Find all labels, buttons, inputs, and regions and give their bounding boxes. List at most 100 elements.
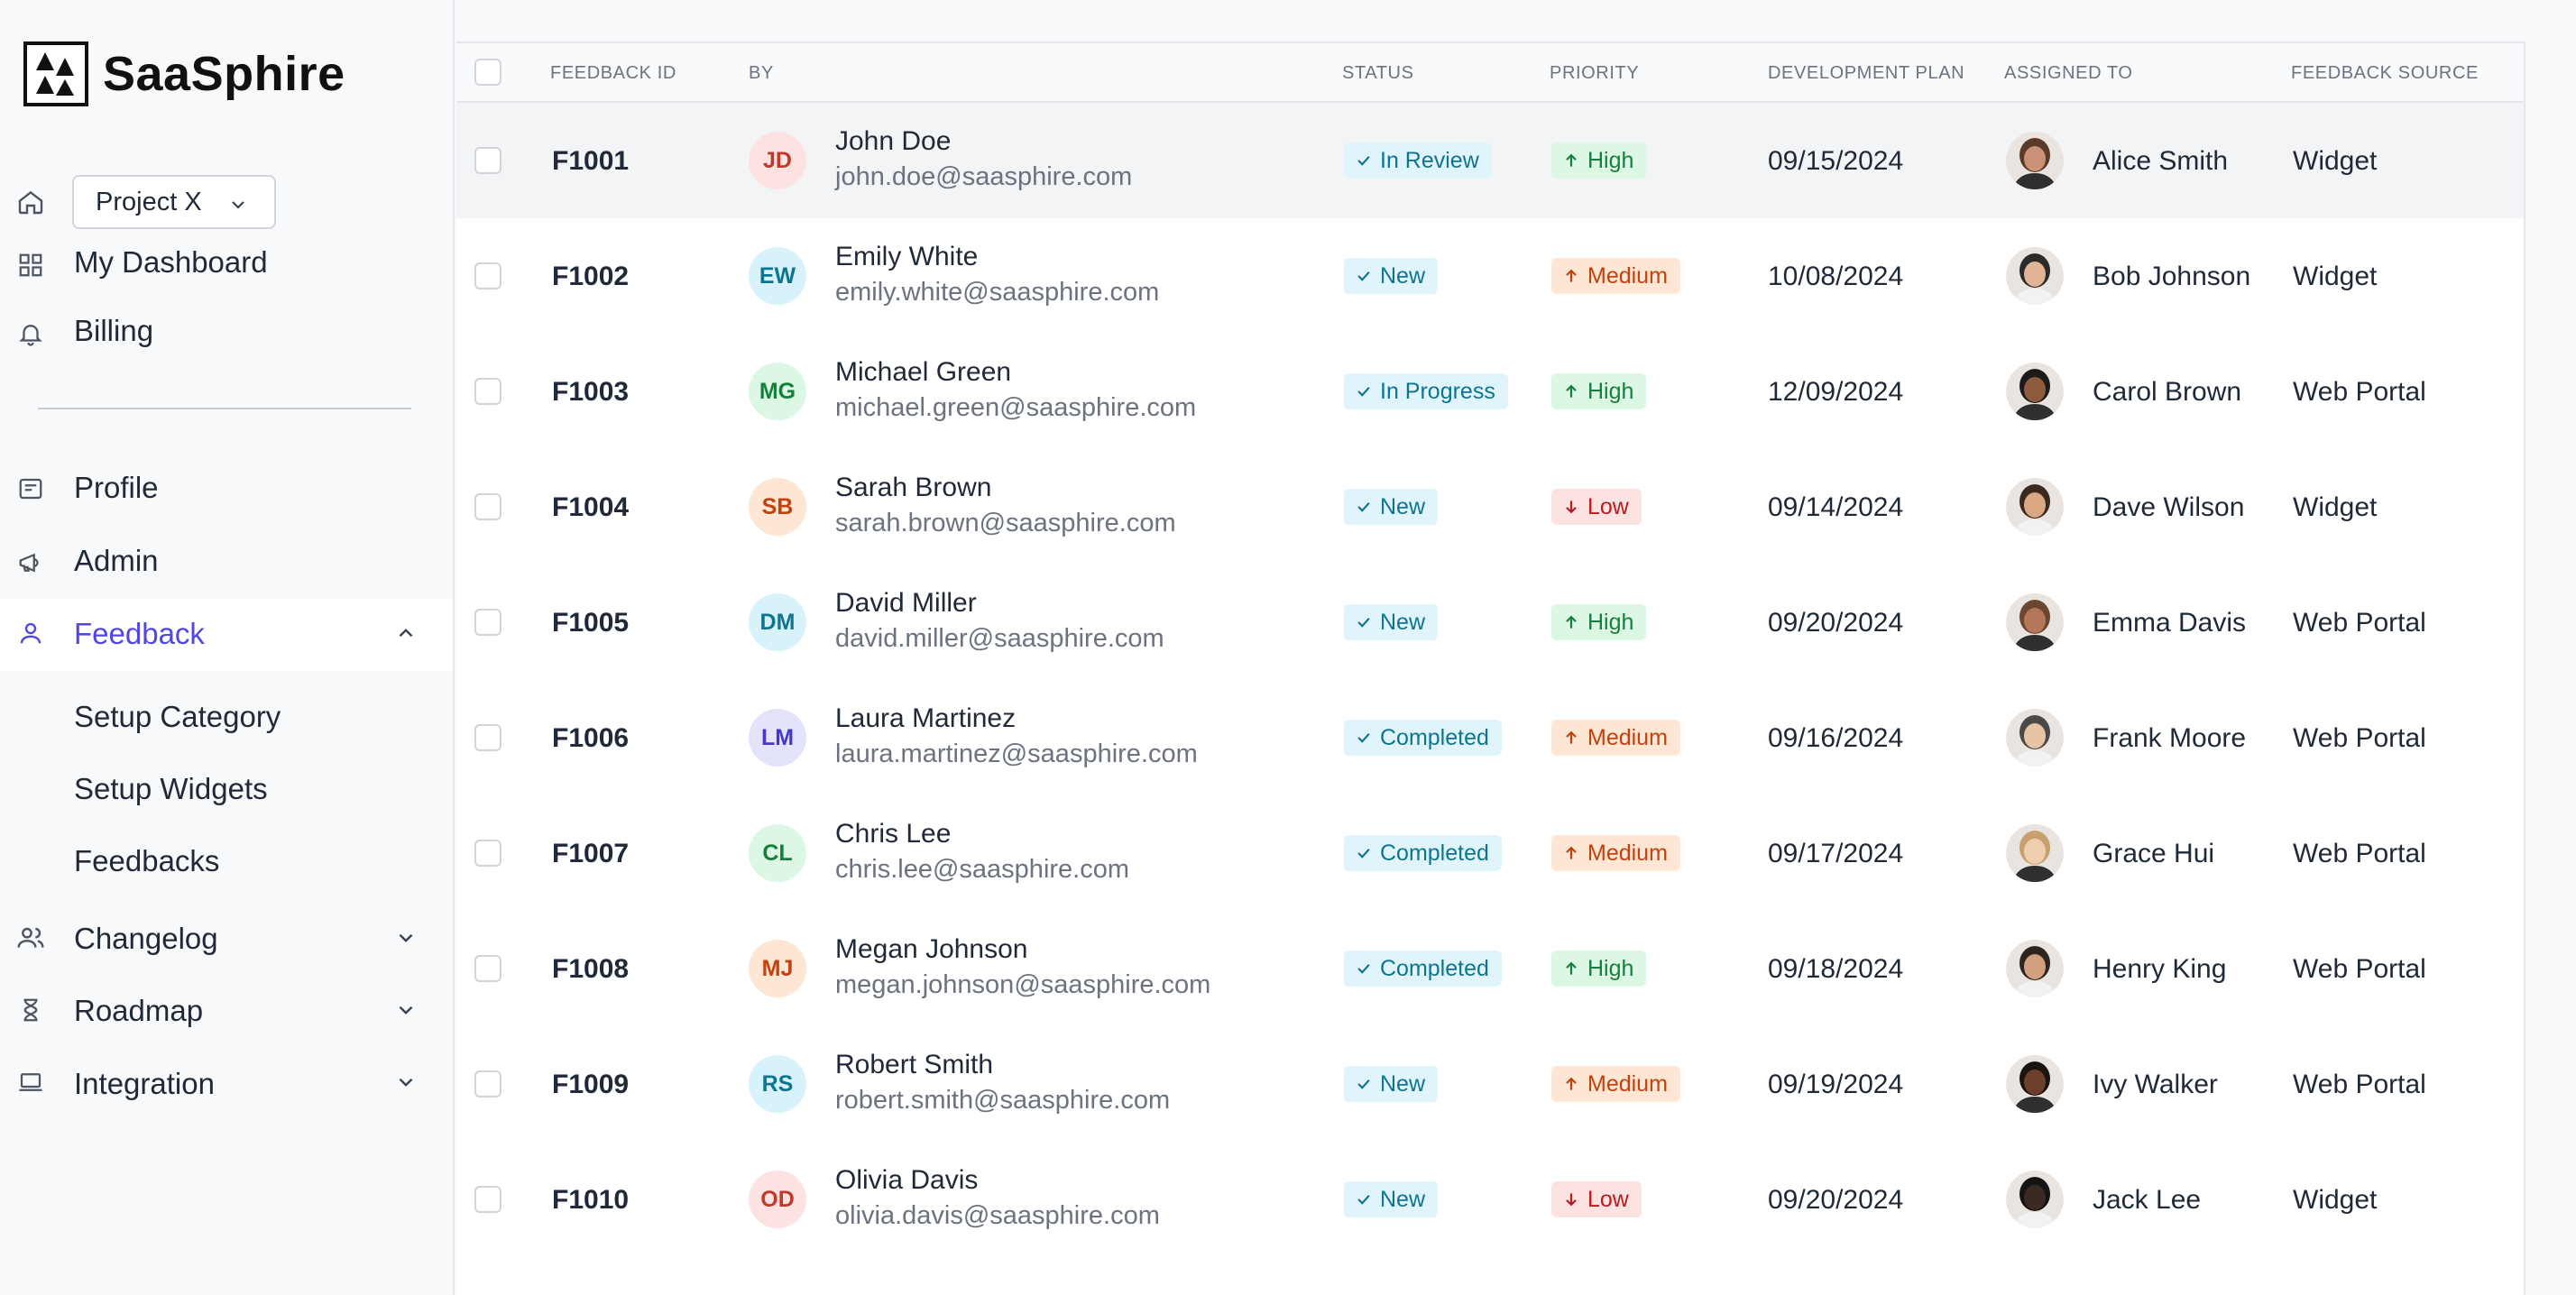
row-checkbox[interactable]	[474, 493, 501, 520]
avatar: RS	[749, 1055, 806, 1113]
row-checkbox[interactable]	[474, 147, 501, 174]
col-priority[interactable]: PRIORITY	[1550, 63, 1639, 84]
table-row[interactable]: F1003 MG Michael Green michael.green@saasph…	[456, 334, 2524, 449]
priority-label: Medium	[1587, 724, 1668, 750]
feedback-id[interactable]: F1001	[552, 146, 629, 177]
feedback-id[interactable]: F1006	[552, 723, 629, 754]
user-icon	[16, 619, 45, 648]
feedback-id[interactable]: F1002	[552, 262, 629, 292]
status-badge[interactable]: New	[1344, 489, 1439, 525]
row-checkbox[interactable]	[474, 955, 501, 982]
feedback-id[interactable]: F1004	[552, 492, 629, 523]
feedback-source: Widget	[2293, 492, 2378, 522]
feedback-id[interactable]: F1010	[552, 1185, 629, 1216]
priority-label: Low	[1587, 1186, 1629, 1212]
brand-logo[interactable]: SaaSphire	[23, 41, 345, 106]
priority-badge[interactable]: Medium	[1551, 835, 1680, 871]
status-badge[interactable]: Completed	[1344, 951, 1502, 987]
col-feedback-source[interactable]: FEEDBACK SOURCE	[2291, 63, 2479, 84]
feedback-id[interactable]: F1009	[552, 1070, 629, 1100]
row-checkbox[interactable]	[474, 262, 501, 289]
nav-roadmap[interactable]: Roadmap	[74, 994, 203, 1028]
row-checkbox[interactable]	[474, 724, 501, 751]
col-by[interactable]: BY	[749, 63, 774, 84]
feedback-source: Widget	[2293, 1185, 2378, 1215]
logo-mark-icon	[23, 41, 88, 106]
select-all-checkbox[interactable]	[474, 59, 501, 86]
project-select[interactable]: Project X	[72, 175, 276, 229]
home-icon[interactable]	[16, 188, 45, 216]
priority-badge[interactable]: Low	[1551, 489, 1642, 525]
grid-icon	[16, 251, 45, 280]
status-badge[interactable]: New	[1344, 1066, 1439, 1102]
submitter-name: Sarah Brown	[835, 473, 992, 502]
nav-admin[interactable]: Admin	[74, 544, 159, 578]
submitter-name: Chris Lee	[835, 819, 952, 849]
feedback-id[interactable]: F1007	[552, 839, 629, 869]
status-badge[interactable]: In Review	[1344, 142, 1492, 179]
assignee-avatar	[2006, 363, 2064, 420]
table-row[interactable]: F1010 OD Olivia Davis olivia.davis@saasphir…	[456, 1142, 2524, 1257]
row-checkbox[interactable]	[474, 609, 501, 636]
status-badge[interactable]: In Progress	[1344, 373, 1508, 409]
chevron-down-icon[interactable]	[393, 997, 419, 1023]
assignee-name: Carol Brown	[2093, 377, 2242, 407]
status-badge[interactable]: New	[1344, 258, 1439, 294]
nav-setup-category[interactable]: Setup Category	[74, 700, 281, 734]
status-badge[interactable]: New	[1344, 1181, 1439, 1217]
sidebar: SaaSphire Project X My Dashboard Billing…	[0, 0, 455, 1295]
col-development-plan[interactable]: DEVELOPMENT PLAN	[1768, 63, 1964, 84]
priority-badge[interactable]: High	[1551, 373, 1647, 409]
chevron-down-icon[interactable]	[393, 925, 419, 951]
table-row[interactable]: F1004 SB Sarah Brown sarah.brown@saasphire.…	[456, 449, 2524, 565]
nav-billing[interactable]: Billing	[74, 314, 153, 348]
nav-dashboard[interactable]: My Dashboard	[74, 245, 268, 280]
feedback-id[interactable]: F1003	[552, 377, 629, 408]
submitter-name: Olivia Davis	[835, 1165, 979, 1195]
profile-card-icon	[16, 474, 45, 503]
feedback-source: Web Portal	[2293, 608, 2426, 638]
nav-feedbacks[interactable]: Feedbacks	[74, 844, 219, 878]
table-row[interactable]: F1002 EW Emily White emily.white@saasphire.…	[456, 218, 2524, 334]
avatar: SB	[749, 478, 806, 536]
feedback-id[interactable]: F1008	[552, 954, 629, 985]
col-feedback-id[interactable]: FEEDBACK ID	[550, 63, 676, 84]
nav-changelog[interactable]: Changelog	[74, 922, 218, 956]
status-badge[interactable]: Completed	[1344, 835, 1502, 871]
status-badge[interactable]: New	[1344, 604, 1439, 640]
nav-integration[interactable]: Integration	[74, 1067, 215, 1101]
table-row[interactable]: F1005 DM David Miller david.miller@saasphir…	[456, 565, 2524, 680]
priority-badge[interactable]: Medium	[1551, 720, 1680, 756]
check-icon	[1355, 960, 1380, 978]
check-icon	[1355, 382, 1380, 400]
priority-badge[interactable]: Medium	[1551, 1066, 1680, 1102]
table-row[interactable]: F1008 MJ Megan Johnson megan.johnson@saasph…	[456, 911, 2524, 1026]
submitter-email: emily.white@saasphire.com	[835, 278, 1160, 307]
col-status[interactable]: STATUS	[1342, 63, 1414, 84]
priority-badge[interactable]: Medium	[1551, 258, 1680, 294]
table-row[interactable]: F1001 JD John Doe john.doe@saasphire.com In …	[456, 103, 2524, 218]
nav-setup-widgets[interactable]: Setup Widgets	[74, 772, 268, 806]
feedback-id[interactable]: F1005	[552, 608, 629, 638]
bell-icon	[16, 319, 45, 348]
check-icon	[1355, 498, 1380, 516]
nav-profile[interactable]: Profile	[74, 471, 159, 505]
table-row[interactable]: F1006 LM Laura Martinez laura.martinez@saas…	[456, 680, 2524, 795]
table-row[interactable]: F1007 CL Chris Lee chris.lee@saasphire.com C…	[456, 795, 2524, 911]
col-assigned-to[interactable]: ASSIGNED TO	[2004, 63, 2133, 84]
row-checkbox[interactable]	[474, 1070, 501, 1098]
priority-badge[interactable]: High	[1551, 142, 1647, 179]
chevron-down-icon[interactable]	[393, 1070, 419, 1095]
priority-badge[interactable]: High	[1551, 604, 1647, 640]
priority-badge[interactable]: High	[1551, 951, 1647, 987]
row-checkbox[interactable]	[474, 840, 501, 867]
status-badge[interactable]: Completed	[1344, 720, 1502, 756]
priority-badge[interactable]: Low	[1551, 1181, 1642, 1217]
assignee-avatar	[2006, 1055, 2064, 1113]
row-checkbox[interactable]	[474, 378, 501, 405]
row-checkbox[interactable]	[474, 1186, 501, 1213]
laptop-icon	[16, 1068, 45, 1097]
table-row[interactable]: F1009 RS Robert Smith robert.smith@saasphir…	[456, 1026, 2524, 1142]
nav-feedback[interactable]: Feedback	[0, 599, 453, 671]
chevron-up-icon[interactable]	[393, 620, 419, 646]
